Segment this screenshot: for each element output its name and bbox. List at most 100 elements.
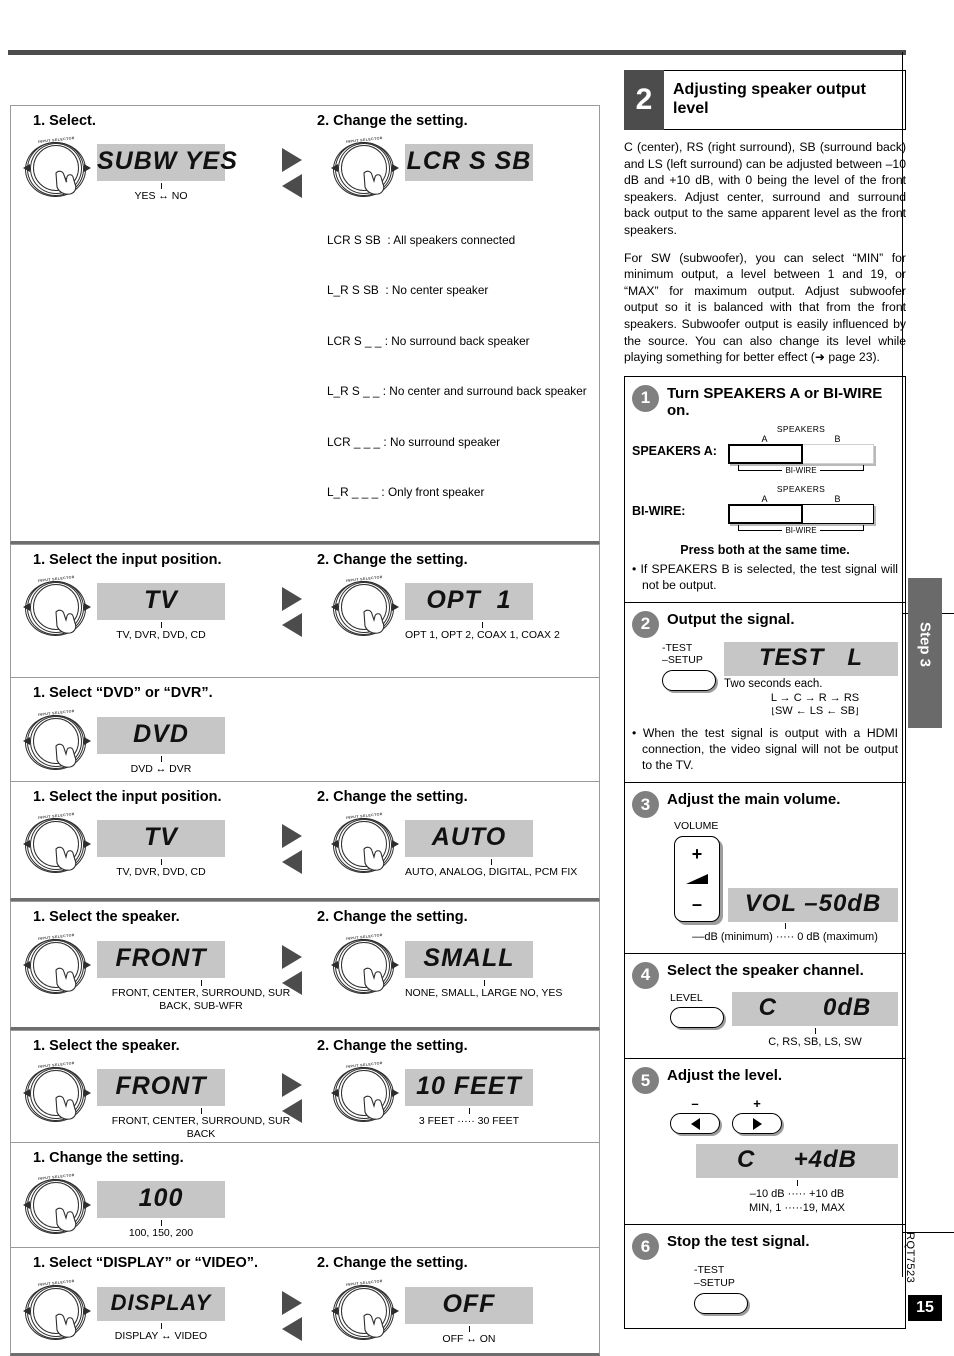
speakers-caption: SPEAKERS xyxy=(776,423,826,434)
knob-rotate-left-arrow-icon xyxy=(23,840,30,849)
arrow-right-icon xyxy=(282,1290,302,1315)
input-selector-knob-icon[interactable]: INPUT SELECTOR xyxy=(23,1279,91,1343)
input-selector-knob-icon[interactable]: INPUT SELECTOR xyxy=(23,709,91,773)
block-headings: 1. Select. 2. Change the setting. xyxy=(11,106,599,130)
lcd-display: TV xyxy=(97,820,225,858)
display-options-caption: FRONT, CENTER, SURROUND, SUR BACK, SUB-W… xyxy=(97,979,305,1014)
level-display-group: C 0dB C, RS, SB, LS, SW xyxy=(732,991,898,1049)
test-display-group: TEST L Two seconds each. L → C → R → RS … xyxy=(724,641,898,720)
biwire-buttons[interactable] xyxy=(728,503,874,524)
step-2-badge: 2 xyxy=(632,610,659,638)
input-selector-knob-icon[interactable]: INPUT SELECTOR xyxy=(330,1279,399,1343)
volume-rocker-button[interactable]: + – xyxy=(674,835,720,922)
knob-rotate-right-arrow-icon xyxy=(84,840,91,849)
test-setup-button[interactable] xyxy=(662,670,716,692)
knob-rotate-right-arrow-icon xyxy=(391,603,399,612)
top-rule xyxy=(8,50,906,55)
level-control: LEVEL xyxy=(632,992,732,1029)
input-selector-knob-icon[interactable]: INPUT SELECTOR xyxy=(23,933,91,997)
knob-rotate-right-arrow-icon xyxy=(391,164,399,173)
display-group-1: DISPLAY DISPLAY ↔ VIDEO xyxy=(97,1286,225,1353)
display-options-caption: DISPLAY ↔ VIDEO xyxy=(97,1322,225,1343)
knob-rotate-right-arrow-icon xyxy=(84,1201,91,1210)
lcd-display: TV xyxy=(97,583,225,621)
step1-area: INPUT SELECTOR SUBW YES YES ↔ NO xyxy=(11,130,305,203)
display-group-2: SMALL NONE, SMALL, LARGE NO, YES xyxy=(404,940,562,1027)
block-body: INPUT SELECTOR DISPLAY DISPLAY ↔ VIDEO I… xyxy=(11,1273,599,1353)
step-4-badge: 4 xyxy=(632,961,659,989)
volume-minus-label[interactable]: – xyxy=(692,894,702,913)
step1-heading: 1. Select “DISPLAY” or “VIDEO”. xyxy=(33,1255,259,1272)
biwire-bracket-a: BI-WIRE xyxy=(738,464,864,478)
speaker-config-options: LCR S SB : All speakers connected L_R S … xyxy=(327,198,599,535)
speakers-a-button-pressed[interactable] xyxy=(728,503,803,524)
minus-label: – xyxy=(691,1096,699,1111)
arrow-left-icon xyxy=(282,613,302,638)
display-options-caption: OPT 1, OPT 2, COAX 1, COAX 2 xyxy=(405,622,560,642)
display-options-caption: AUTO, ANALOG, DIGITAL, PCM FIX xyxy=(405,859,577,879)
block-body: INPUT SELECTOR 100 100, 150, 200 xyxy=(11,1167,599,1247)
test-setup-button[interactable] xyxy=(694,1292,748,1314)
level-button[interactable] xyxy=(670,1007,724,1029)
speakers-selection-diagram: SPEAKERS A: SPEAKERS A B BI-WIRE BI-WIRE… xyxy=(632,424,898,538)
input-selector-knob-icon[interactable]: INPUT SELECTOR xyxy=(330,933,399,997)
display-group-1: TV TV, DVR, DVD, CD xyxy=(97,583,225,677)
input-selector-knob-icon[interactable]: INPUT SELECTOR xyxy=(23,1173,91,1237)
input-selector-knob-icon[interactable]: INPUT SELECTOR xyxy=(330,136,399,200)
lcd-display: FRONT xyxy=(97,1068,225,1106)
speakers-b-button-pressed[interactable] xyxy=(802,503,874,524)
step1-area: INPUT SELECTOR DISPLAY DISPLAY ↔ VIDEO xyxy=(11,1273,305,1353)
volume-plus-label[interactable]: + xyxy=(692,844,703,863)
display-options-caption: TV, DVR, DVD, CD xyxy=(97,622,225,642)
step2-area: INPUT SELECTOR LCR S SB xyxy=(305,130,599,203)
input-selector-knob-icon[interactable]: INPUT SELECTOR xyxy=(330,812,399,876)
test-signal-flow-line-2: ⌊SW ← LS ← SB⌋ xyxy=(771,705,859,718)
volume-display-group: VOL –50dB xyxy=(728,887,898,922)
display-group-2: OPT 1 OPT 1, OPT 2, COAX 1, COAX 2 xyxy=(404,583,560,677)
input-selector-knob-icon[interactable]: INPUT SELECTOR xyxy=(330,575,399,639)
input-selector-knob-icon[interactable]: INPUT SELECTOR xyxy=(23,812,91,876)
speakers-b-button[interactable] xyxy=(802,443,874,464)
speakers-caption: SPEAKERS xyxy=(776,483,826,494)
knob-rotate-right-arrow-icon xyxy=(391,1088,399,1097)
display-options-caption: DVD ↔ DVR xyxy=(97,755,225,776)
step-1-badge: 1 xyxy=(632,384,659,412)
option-row: LCR _ _ _ : No surround speaker xyxy=(327,434,501,449)
display-options-caption: 100, 150, 200 xyxy=(97,1220,225,1240)
step-4: 4 Select the speaker channel. LEVEL C 0d… xyxy=(625,954,905,1059)
option-row: LCR S _ _ : No surround back speaker xyxy=(327,333,530,348)
manual-page: 1. Select. 2. Change the setting. INPUT … xyxy=(0,0,954,1356)
lcd-display: SMALL xyxy=(404,940,533,978)
speakers-a-button-pressed[interactable] xyxy=(728,443,803,464)
step1-area: INPUT SELECTOR 100 100, 150, 200 xyxy=(11,1167,306,1247)
step-2-body: -TEST –SETUP TEST L Two seconds each. L … xyxy=(632,641,898,720)
input-selector-knob-icon[interactable]: INPUT SELECTOR xyxy=(23,1061,91,1125)
hand-pointer-icon xyxy=(55,1207,77,1232)
block-headings: 1. Change the setting. xyxy=(11,1143,599,1167)
speakers-a-buttons[interactable] xyxy=(728,443,874,464)
block-body: INPUT SELECTOR SUBW YES YES ↔ NO INPUT S… xyxy=(11,130,599,203)
step-3-title: Adjust the main volume. xyxy=(667,791,841,809)
speaker-b-label: B xyxy=(834,433,841,444)
step-6: 6 Stop the test signal. -TEST –SETUP xyxy=(625,1225,905,1328)
input-selector-knob-icon[interactable]: INPUT SELECTOR xyxy=(23,575,91,639)
page-number: 15 xyxy=(908,1295,942,1321)
display-options-caption: OFF ↔ ON xyxy=(405,1325,533,1346)
block-body: INPUT SELECTOR TV TV, DVR, DVD, CD INPUT… xyxy=(11,569,599,677)
procedure-block-crossover: 1. Change the setting. INPUT SELECTOR 10… xyxy=(10,1141,600,1248)
input-selector-knob-icon[interactable]: INPUT SELECTOR xyxy=(330,1061,399,1125)
knob-rotate-left-arrow-icon xyxy=(330,1088,338,1097)
knob-rotate-left-arrow-icon xyxy=(23,736,30,745)
step-5: 5 Adjust the level. – + C +4dB –10 dB ··… xyxy=(625,1059,905,1226)
left-arrow-button[interactable] xyxy=(670,1113,720,1134)
test-signal-flow-line-1: L → C → R → RS xyxy=(770,691,860,704)
step-1-header: 1 Turn SPEAKERS A or BI-WIRE on. xyxy=(632,384,898,420)
display-options-caption: 3 FEET ····· 30 FEET xyxy=(405,1107,533,1128)
section-title: Adjusting speaker output level xyxy=(664,70,906,130)
lcd-display: C +4dB xyxy=(696,1144,898,1178)
flow-text: SW ← LS ← SB xyxy=(774,705,856,718)
display-group-2: OFF OFF ↔ ON xyxy=(404,1286,533,1353)
speakers-a-bar-holder: SPEAKERS A B BI-WIRE xyxy=(728,424,874,478)
right-arrow-button[interactable] xyxy=(732,1113,782,1134)
input-selector-knob-icon[interactable]: INPUT SELECTOR xyxy=(23,136,91,200)
